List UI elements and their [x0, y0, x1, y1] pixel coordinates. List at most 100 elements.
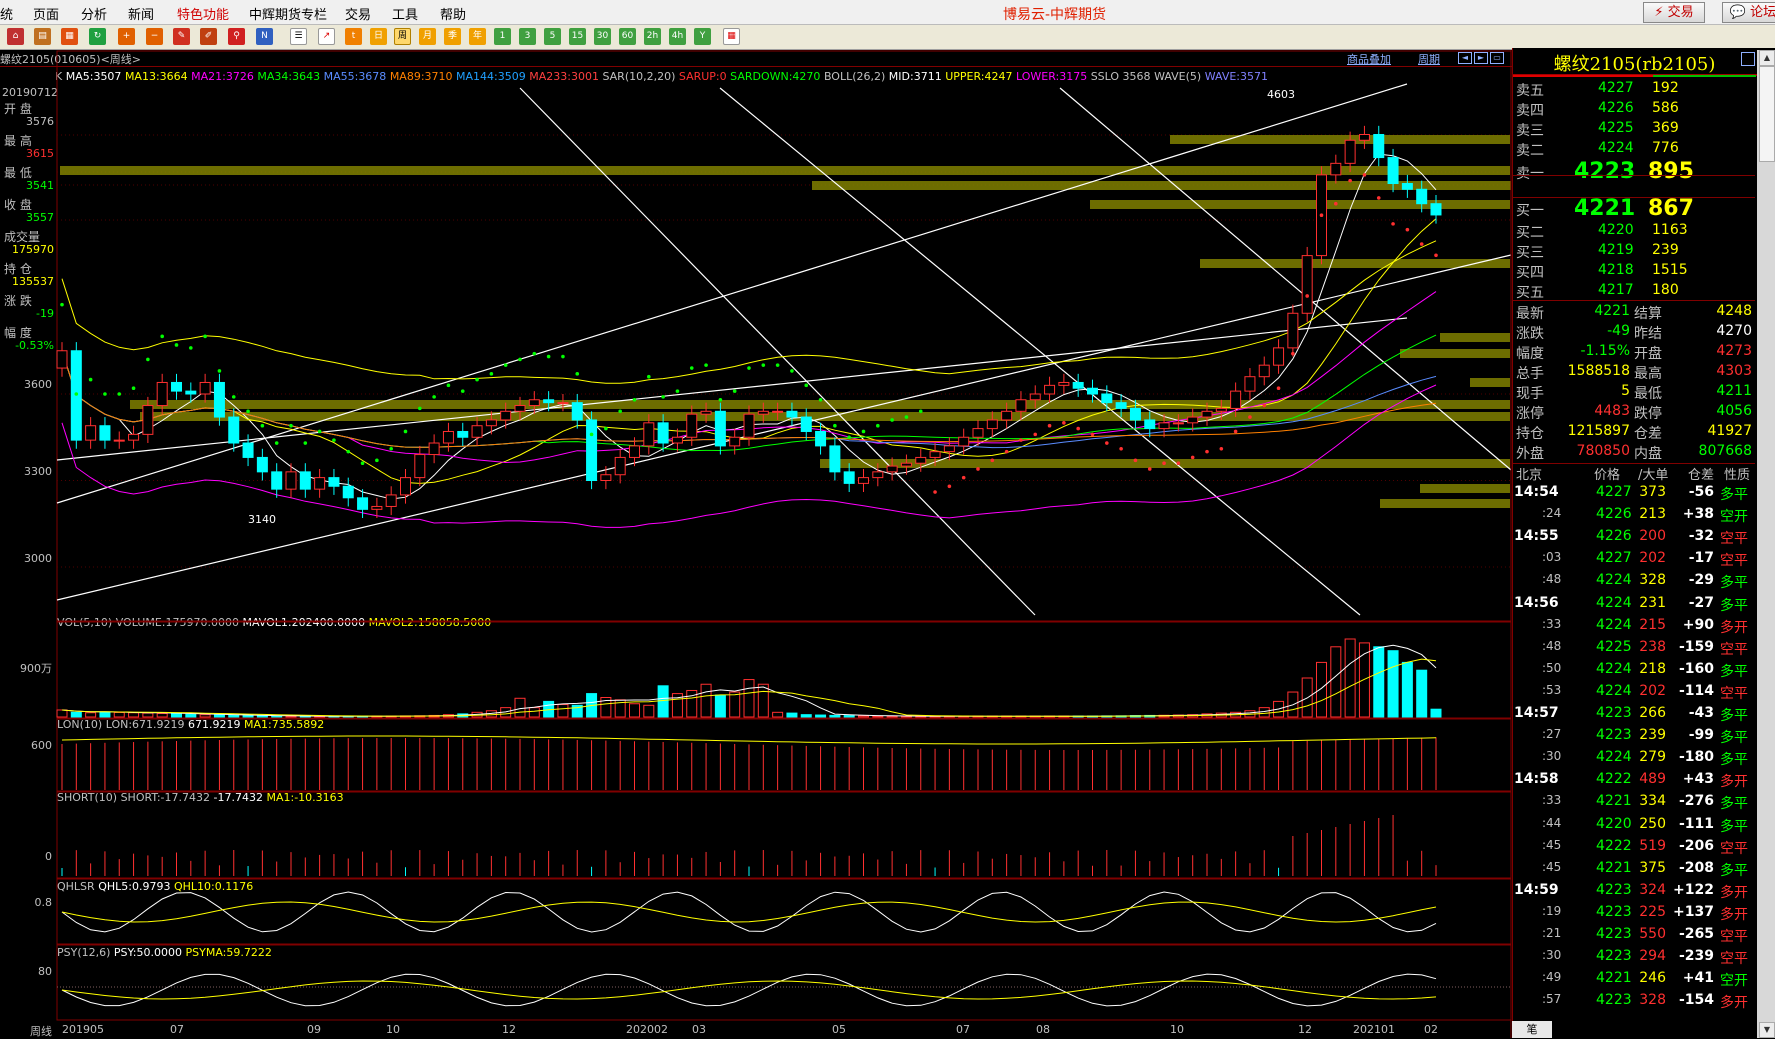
candle	[1201, 410, 1213, 418]
sar-dot	[217, 369, 222, 373]
candle	[299, 471, 311, 490]
tick-oi-change: -17	[1688, 550, 1714, 567]
tick-row: :27 4223 239 -99 多平	[1512, 727, 1755, 749]
candle	[199, 381, 211, 395]
tick-oi-change: +43	[1682, 771, 1714, 788]
tab-ticks[interactable]: 笔	[1512, 1021, 1552, 1038]
sar-dot	[790, 369, 794, 373]
candle	[242, 442, 254, 458]
tick-nature: 空平	[1720, 840, 1748, 857]
scroll-thumb[interactable]	[1759, 66, 1775, 162]
volume-bar	[872, 715, 884, 718]
kline-chart[interactable]	[0, 0, 1512, 1038]
ask-row[interactable]: 卖一 4223 895	[1512, 159, 1752, 184]
tick-time: :49	[1542, 970, 1562, 985]
volume-bar	[213, 714, 225, 718]
tick-row: :03 4227 202 -17 空平	[1512, 550, 1755, 572]
ask-row[interactable]: 卖三 4225 369	[1512, 120, 1752, 139]
sar-dot	[246, 409, 250, 414]
sar-dot	[1147, 467, 1152, 471]
tick-header: 北京 价格 /大单 仓差 性质	[1512, 463, 1755, 483]
tick-nature: 多开	[1720, 774, 1748, 791]
tick-time: :48	[1542, 572, 1562, 587]
candle	[328, 477, 340, 487]
sar-dot	[446, 383, 451, 388]
sar-dot	[260, 423, 265, 428]
scrollbar[interactable]: ▲ ▼	[1757, 50, 1775, 1038]
ask-label: 卖四	[1516, 103, 1544, 119]
sar-dot	[1233, 429, 1238, 434]
bid-price: 4218	[1598, 262, 1634, 278]
scroll-down-icon[interactable]: ▼	[1759, 1022, 1775, 1038]
volume-profile-bar	[1090, 200, 1510, 209]
stat-label: 涨跌	[1516, 326, 1544, 342]
trade-button[interactable]: ⚡ 交易	[1643, 2, 1705, 23]
tick-oi-change: -43	[1688, 705, 1714, 721]
panel-toggle-icon[interactable]	[1741, 52, 1755, 66]
stat-value: 1588518	[1567, 363, 1630, 379]
tick-volume: 213	[1639, 506, 1666, 523]
divider	[1512, 197, 1755, 198]
tick-nature: 多平	[1720, 862, 1748, 879]
tick-volume: 239	[1639, 727, 1666, 744]
tick-row: :30 4223 294 -239 空平	[1512, 948, 1755, 970]
ask-row[interactable]: 卖五 4227 192	[1512, 80, 1752, 99]
scroll-up-icon[interactable]: ▲	[1759, 50, 1775, 66]
x-tick-label: 09	[307, 1023, 321, 1036]
volume-bar	[786, 712, 798, 718]
sar-dot	[475, 377, 479, 382]
ask-row[interactable]: 卖二 4224 776	[1512, 140, 1752, 159]
volume-bar	[1373, 646, 1385, 718]
tick-row: 14:57 4223 266 -43 多平	[1512, 705, 1755, 727]
sar-dot	[1062, 421, 1066, 425]
candle	[285, 471, 297, 490]
sar-dot	[231, 395, 236, 399]
candle	[1401, 183, 1413, 190]
sar-dot	[1262, 403, 1267, 408]
volume-bar	[256, 715, 268, 718]
candle	[1115, 402, 1127, 409]
stat-value: 1215897	[1567, 423, 1630, 439]
volume-bar	[228, 714, 240, 718]
sar-dot	[1419, 242, 1424, 246]
x-tick-label: 202002	[626, 1023, 668, 1036]
tick-nature: 空平	[1720, 929, 1748, 945]
candle	[958, 436, 970, 447]
stat-label: 持仓	[1516, 426, 1544, 442]
sar-dot	[1162, 461, 1166, 466]
bid-price: 4219	[1598, 242, 1634, 258]
bid-volume: 239	[1652, 242, 1679, 258]
bid-row[interactable]: 买五 4217 180	[1512, 282, 1752, 301]
tick-time: :30	[1542, 749, 1562, 764]
sar-dot	[1362, 173, 1367, 177]
bid-row[interactable]: 买二 4220 1163	[1512, 222, 1752, 241]
stat-value: 4483	[1594, 403, 1630, 419]
tick-oi-change: -114	[1678, 682, 1714, 699]
volume-bar	[657, 685, 669, 718]
bid-row[interactable]: 买四 4218 1515	[1512, 262, 1752, 281]
sar-dot	[761, 363, 766, 367]
stat-label: 总手	[1516, 366, 1544, 382]
stat-label: 外盘	[1516, 446, 1544, 462]
bid-volume: 1515	[1652, 262, 1688, 278]
bid-label: 买一	[1516, 203, 1544, 219]
bid-label: 买四	[1516, 265, 1544, 281]
tick-oi-change: -239	[1678, 948, 1714, 965]
bid-row[interactable]: 买一 4221 867	[1512, 196, 1752, 221]
candle	[686, 413, 698, 438]
bid-volume: 1163	[1652, 222, 1688, 238]
tick-volume: 328	[1639, 992, 1666, 1009]
candle	[900, 462, 912, 467]
candle	[113, 439, 125, 442]
tick-header-oi: 仓差	[1688, 468, 1715, 483]
ask-row[interactable]: 卖四 4226 586	[1512, 100, 1752, 119]
bid-row[interactable]: 买三 4219 239	[1512, 242, 1752, 261]
sar-dot	[561, 354, 565, 359]
tick-row: 14:59 4223 324 +122 多开	[1512, 882, 1755, 904]
sar-dot	[74, 392, 79, 396]
forum-button[interactable]: 💬 论坛	[1722, 2, 1775, 23]
sar-dot	[289, 423, 293, 428]
candle	[228, 416, 240, 444]
candle	[757, 410, 769, 415]
tick-time: :50	[1542, 660, 1562, 675]
